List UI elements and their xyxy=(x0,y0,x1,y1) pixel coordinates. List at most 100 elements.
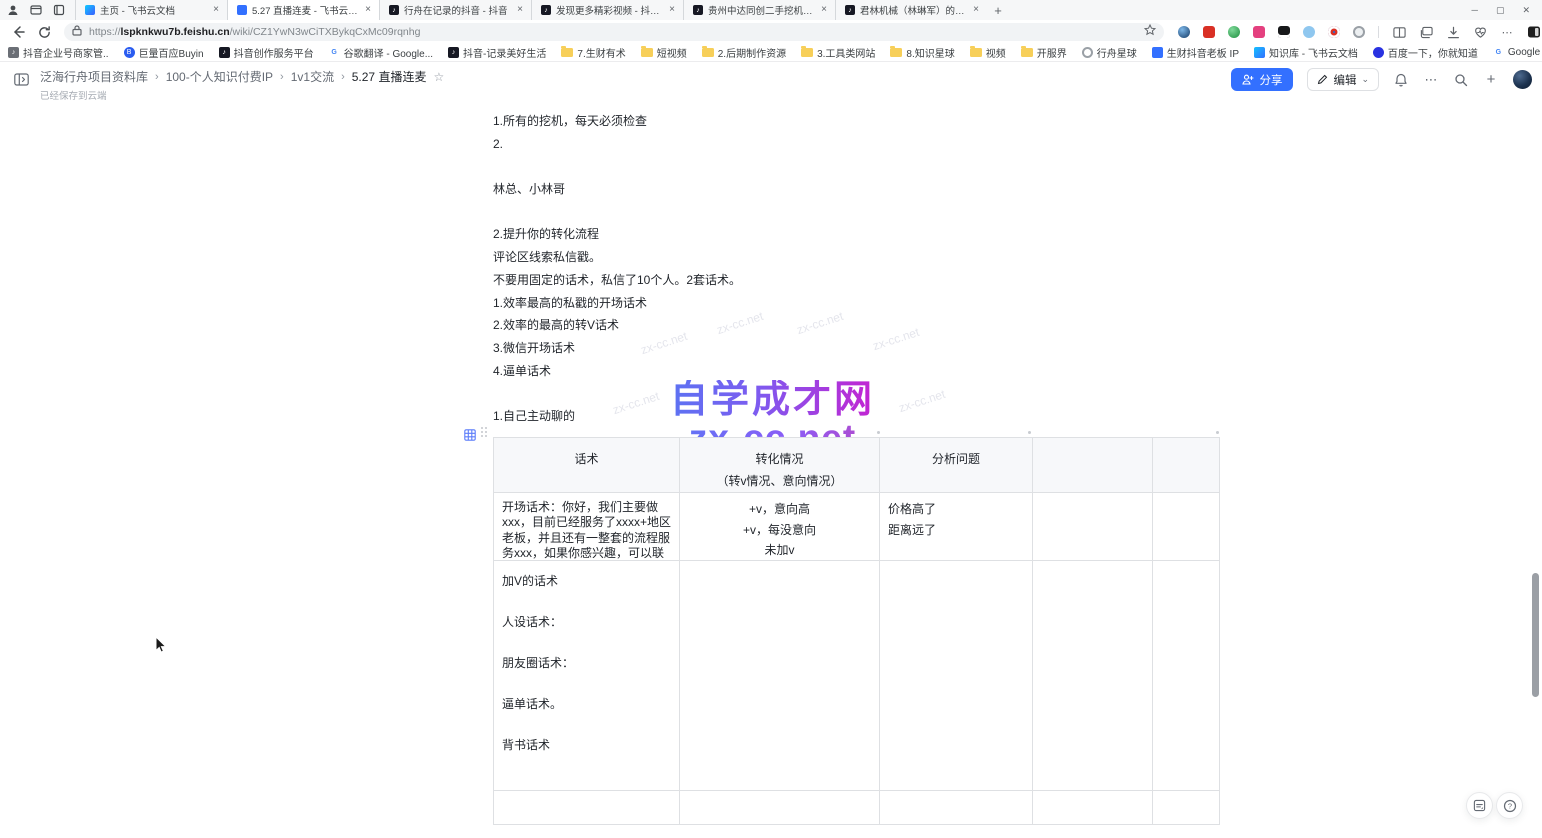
table-cell[interactable] xyxy=(494,791,680,825)
back-icon[interactable] xyxy=(10,24,26,40)
bookmark-folder[interactable]: 开服界 xyxy=(1021,45,1067,60)
table-cell[interactable]: 开场话术：你好，我们主要做xxx，目前已经服务了xxxx+地区老板，并且还有一整… xyxy=(494,493,680,561)
column-handle[interactable] xyxy=(1028,431,1031,434)
column-handle[interactable] xyxy=(1216,431,1219,434)
bookmark-item[interactable]: 知识库 - 飞书云文档 xyxy=(1254,45,1358,60)
breadcrumb-item[interactable]: 泛海行舟项目资料库 xyxy=(40,68,148,85)
doc-paragraph[interactable] xyxy=(493,382,1223,405)
tab-search-icon[interactable] xyxy=(52,4,65,17)
tab-douyin-search[interactable]: ♪ 发现更多精彩视频 - 抖音搜索 × xyxy=(531,0,683,20)
bookmark-item[interactable]: ♪抖音企业号商家管.. xyxy=(8,45,109,60)
doc-paragraph[interactable]: 不要用固定的话术，私信了10个人。2套话术。 xyxy=(493,269,1223,292)
document-body[interactable]: 1.所有的挖机，每天必须检查 2. 林总、小林哥 2.提升你的转化流程 评论区线… xyxy=(493,110,1223,428)
table-header-cell[interactable]: 分析问题 xyxy=(880,438,1033,493)
table-cell[interactable]: 加V的话术 人设话术： 朋友圈话术： 逼单话术。 背书话术 xyxy=(494,561,680,791)
edit-button[interactable]: 编辑 ⌄ xyxy=(1307,68,1379,91)
doc-paragraph[interactable]: 1.所有的挖机，每天必须检查 xyxy=(493,110,1223,133)
doc-paragraph[interactable]: 4.逼单话术 xyxy=(493,360,1223,383)
tab-close-icon[interactable]: × xyxy=(971,5,981,15)
tab-close-icon[interactable]: × xyxy=(515,5,525,15)
red-flag-extension-icon[interactable] xyxy=(1203,26,1215,38)
table-cell[interactable] xyxy=(1153,791,1220,825)
copilot-sidebar-icon[interactable] xyxy=(1527,25,1541,39)
table-cell[interactable] xyxy=(680,791,880,825)
bookmark-item[interactable]: GGoogle xyxy=(1493,47,1540,58)
bookmark-item[interactable]: B巨量百应Buyin xyxy=(124,45,204,60)
doc-paragraph[interactable]: 2. xyxy=(493,133,1223,156)
panda-extension-icon[interactable] xyxy=(1278,26,1290,38)
pink-extension-icon[interactable] xyxy=(1253,26,1265,38)
search-icon[interactable] xyxy=(1453,72,1469,88)
bookmark-folder[interactable]: 8.知识星球 xyxy=(890,45,954,60)
document-canvas[interactable]: 1.所有的挖机，每天必须检查 2. 林总、小林哥 2.提升你的转化流程 评论区线… xyxy=(0,104,1542,838)
bookmark-folder[interactable]: 3.工具类网站 xyxy=(801,45,875,60)
tab-douyin-profile-2[interactable]: ♪ 贵州中达同创二手挖机的抖音 - 抖音 × xyxy=(683,0,835,20)
doc-paragraph[interactable] xyxy=(493,155,1223,178)
doc-paragraph[interactable]: 1.自己主动聊的 xyxy=(493,405,1223,428)
bookmark-item[interactable]: 生财抖音老板 IP xyxy=(1152,45,1239,60)
workspaces-icon[interactable] xyxy=(29,4,42,17)
browser-essentials-icon[interactable] xyxy=(1473,25,1487,39)
collections-icon[interactable] xyxy=(1419,25,1433,39)
tab-close-icon[interactable]: × xyxy=(211,5,221,15)
close-button[interactable]: ✕ xyxy=(1522,5,1530,16)
table-cell[interactable] xyxy=(1153,561,1220,791)
bookmark-folder[interactable]: 短视频 xyxy=(641,45,687,60)
create-plus-icon[interactable]: + xyxy=(1483,72,1499,88)
bookmark-folder[interactable]: 2.后期制作资源 xyxy=(702,45,786,60)
bookmark-item[interactable]: ♪抖音-记录美好生活 xyxy=(448,45,546,60)
table-cell[interactable] xyxy=(1033,791,1153,825)
table-cell[interactable] xyxy=(880,791,1033,825)
tab-close-icon[interactable]: × xyxy=(667,5,677,15)
table-cell[interactable] xyxy=(1033,561,1153,791)
planet-extension-icon[interactable] xyxy=(1178,26,1190,38)
table-cell[interactable]: 价格高了 距离远了 xyxy=(880,493,1033,561)
refresh-icon[interactable] xyxy=(36,24,52,40)
breadcrumb-item[interactable]: 1v1交流 xyxy=(291,68,334,85)
table-cell[interactable] xyxy=(1033,493,1153,561)
tab-douyin-profile-3[interactable]: ♪ 君林机械（林琳军）的抖音 - 抖音 × xyxy=(835,0,987,20)
more-options-icon[interactable]: ⋯ xyxy=(1423,72,1439,88)
table-header-cell[interactable]: 话术 xyxy=(494,438,680,493)
maximize-button[interactable]: ▢ xyxy=(1496,5,1505,16)
blue-extension-icon[interactable] xyxy=(1303,26,1315,38)
doc-paragraph[interactable]: 3.微信开场话术 xyxy=(493,337,1223,360)
favorite-star-icon[interactable] xyxy=(1144,23,1156,41)
doc-paragraph[interactable]: 评论区线索私信戳。 xyxy=(493,246,1223,269)
table-cell[interactable] xyxy=(880,561,1033,791)
help-button[interactable]: ? xyxy=(1496,792,1523,819)
table-cell[interactable] xyxy=(1153,493,1220,561)
doc-paragraph[interactable]: 2.效率的最高的转V话术 xyxy=(493,314,1223,337)
avatar[interactable] xyxy=(1513,70,1532,89)
tab-douyin-profile-1[interactable]: ♪ 行舟在记录的抖音 - 抖音 × xyxy=(379,0,531,20)
table-header-cell[interactable] xyxy=(1033,438,1153,493)
target-extension-icon[interactable] xyxy=(1328,26,1340,38)
vertical-scrollbar[interactable] xyxy=(1532,573,1539,697)
download-icon[interactable] xyxy=(1446,25,1460,39)
lock-icon[interactable] xyxy=(72,23,82,41)
share-button[interactable]: 分享 xyxy=(1231,68,1293,91)
profile-icon[interactable] xyxy=(6,4,19,17)
green-globe-extension-icon[interactable] xyxy=(1228,26,1240,38)
feedback-button[interactable] xyxy=(1466,792,1493,819)
bookmark-item[interactable]: 百度一下，你就知道 xyxy=(1373,45,1478,60)
table-header-cell[interactable]: 转化情况 （转v情况、意向情况） xyxy=(680,438,880,493)
sidebar-toggle-icon[interactable] xyxy=(14,73,29,91)
breadcrumb-item[interactable]: 100-个人知识付费IP xyxy=(166,68,273,85)
doc-paragraph[interactable]: 1.效率最高的私戳的开场话术 xyxy=(493,292,1223,315)
table-cell[interactable] xyxy=(680,561,880,791)
tab-close-icon[interactable]: × xyxy=(363,5,373,15)
tab-close-icon[interactable]: × xyxy=(819,5,829,15)
address-bar[interactable]: https://lspknkwu7b.feishu.cn/wiki/CZ1YwN… xyxy=(64,23,1164,41)
table-header-cell[interactable] xyxy=(1153,438,1220,493)
new-tab-button[interactable]: + xyxy=(987,3,1009,18)
bookmark-item[interactable]: ♪抖音创作服务平台 xyxy=(219,45,314,60)
column-handle[interactable] xyxy=(877,431,880,434)
bookmark-item[interactable]: G谷歌翻译 - Google... xyxy=(329,45,433,60)
doc-paragraph[interactable]: 林总、小林哥 xyxy=(493,178,1223,201)
split-screen-icon[interactable] xyxy=(1392,25,1406,39)
table-cell[interactable]: +v，意向高 +v，每没意向 未加v xyxy=(680,493,880,561)
refresh-extension-icon[interactable] xyxy=(1353,26,1365,38)
tab-current-doc[interactable]: 5.27 直播连麦 - 飞书云文档 × xyxy=(227,0,379,20)
settings-more-icon[interactable]: ⋯ xyxy=(1500,25,1514,39)
